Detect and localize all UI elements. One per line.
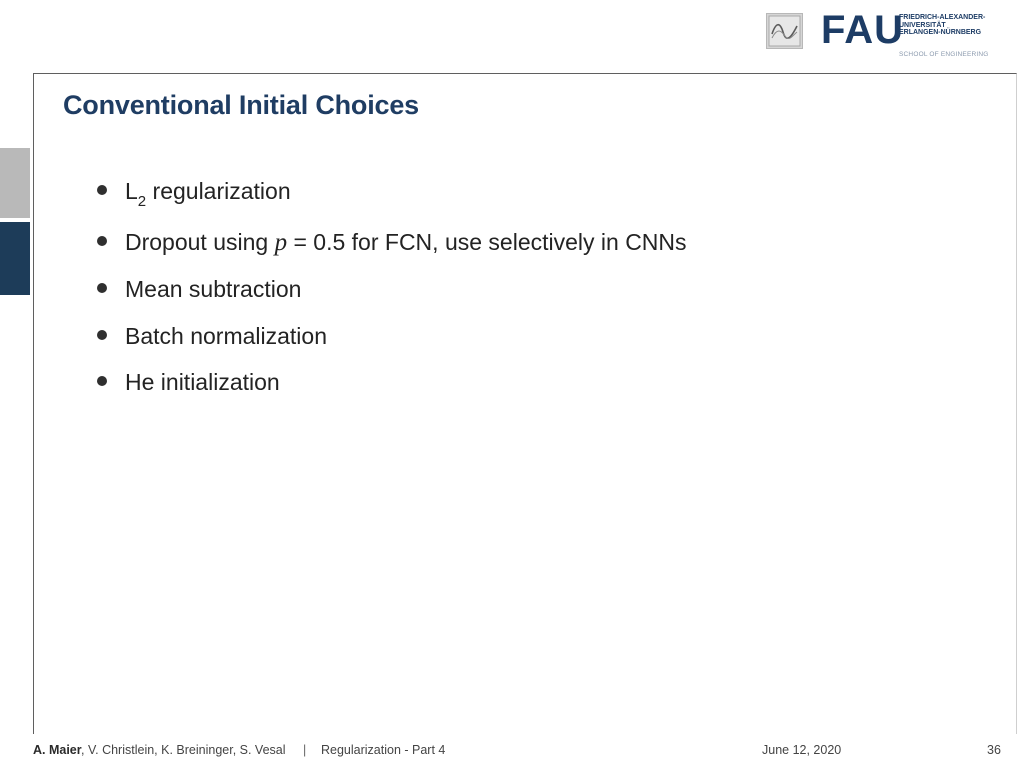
slide-footer: A. Maier , V. Christlein, K. Breininger,… [0,734,1024,768]
lead-author: A. Maier [33,743,82,757]
fau-wordmark: FAU [821,8,904,52]
co-authors: , V. Christlein, K. Breininger, S. Vesal [81,743,286,757]
bullet-text: regularization [146,178,291,204]
header-logos: FAU FRIEDRICH-ALEXANDER- UNIVERSITÄT ERL… [766,10,996,62]
school-name: SCHOOL OF ENGINEERING [899,51,989,58]
bullet-text: He initialization [125,369,280,395]
lecture-title: Regularization - Part 4 [321,743,446,757]
university-name-line: FRIEDRICH-ALEXANDER- [899,14,986,21]
lecture-date: June 12, 2020 [762,743,842,757]
slide-title: Conventional Initial Choices [63,90,419,120]
list-item: Dropout using p = 0.5 for FCN, use selec… [94,219,687,267]
university-name-line: ERLANGEN-NÜRNBERG [899,29,982,37]
pattern-recognition-lab-icon [766,13,803,49]
math-equation: = 0.5 [287,228,346,255]
subscript: 2 [137,193,147,210]
bullet-text: for FCN, use selectively in CNNs [345,228,687,255]
bullet-icon [97,329,107,340]
bullet-text: Dropout using [125,228,275,255]
bullet-text: Mean subtraction [125,276,302,302]
math-variable: p [274,228,288,256]
list-item: L2 regularization [94,168,687,219]
bullet-list: L2 regularization Dropout using p = 0.5 … [94,168,687,406]
section-indicator-active [0,222,30,295]
list-item: He initialization [94,359,687,406]
bullet-icon [97,283,107,293]
list-item: Mean subtraction [94,266,687,313]
bullet-text: Batch normalization [125,322,327,349]
footer-separator: | [303,743,307,757]
bullet-text: L [125,178,138,204]
section-indicator-inactive [0,148,30,218]
page-number: 36 [987,743,1001,757]
university-name: FRIEDRICH-ALEXANDER- UNIVERSITÄT ERLANGE… [899,14,985,37]
list-item: Batch normalization [94,313,687,360]
bullet-icon [97,185,107,195]
bullet-icon [97,235,107,246]
bullet-icon [97,376,107,386]
